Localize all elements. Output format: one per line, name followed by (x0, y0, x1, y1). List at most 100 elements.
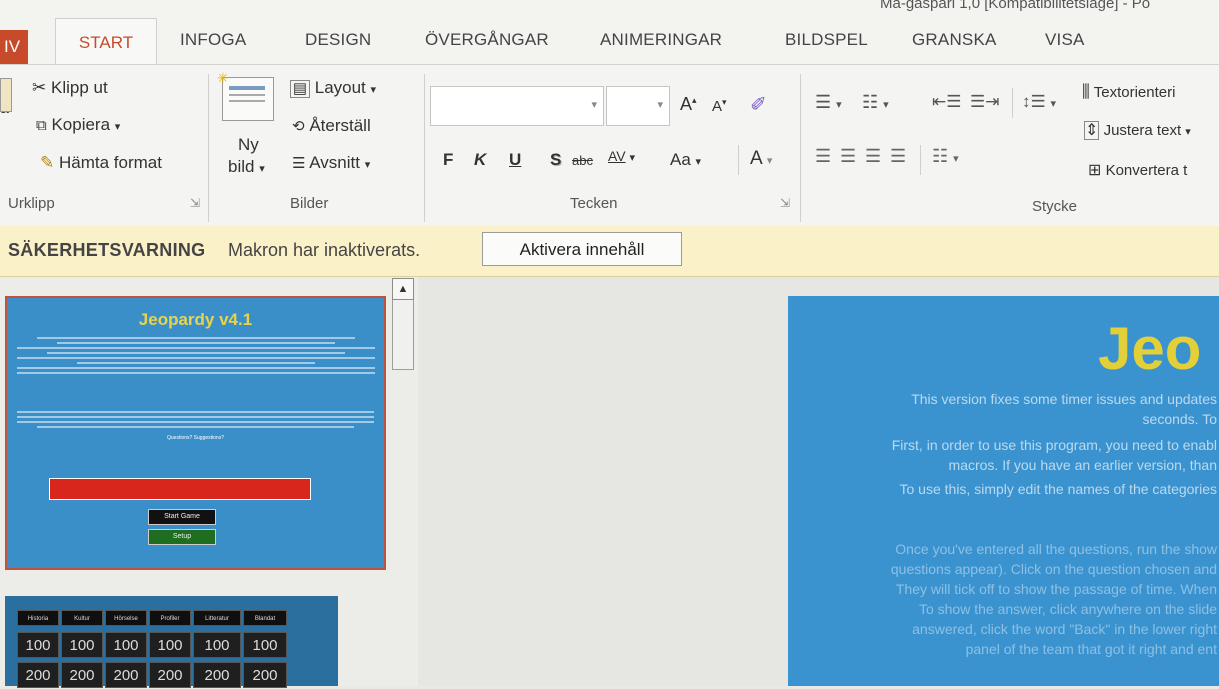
font-size-combobox[interactable]: ▾ (606, 86, 670, 126)
format-painter-label: Hämta format (58, 153, 162, 172)
window-title: Ma-gaspari 1,0 [Kompatibilitetslage] - P… (880, 0, 1151, 12)
main-slide-text-line: panel of the team that got it right and … (965, 641, 1217, 657)
text-direction-button[interactable]: ⫼ Textorienteri (1082, 82, 1175, 102)
format-painter-button[interactable]: ✎ Hämta format (40, 153, 162, 173)
tab-animeringar[interactable]: ANIMERINGAR (600, 30, 722, 50)
value-cell: 200 (243, 662, 287, 688)
tab-bildspel[interactable]: BILDSPEL (785, 30, 868, 50)
value-cell: 200 (17, 662, 59, 688)
paste-icon[interactable] (0, 78, 12, 112)
slide1-questions-line: Questions? Suggestions? (167, 435, 224, 441)
smartart-icon: ⊞ (1088, 162, 1102, 179)
numbering-button[interactable]: ☷ ▾ (862, 92, 889, 113)
align-text-button[interactable]: ⇕ Justera text ▾ (1084, 120, 1191, 140)
tab-granska[interactable]: GRANSKA (912, 30, 997, 50)
convert-smartart-button[interactable]: ⊞ Konvertera t (1088, 160, 1187, 180)
value-cell: 100 (193, 632, 241, 658)
copy-icon: ⧉ (36, 117, 47, 134)
new-slide-button[interactable]: bild ▾ (228, 157, 265, 177)
character-spacing-button[interactable]: AV ▾ (608, 148, 635, 164)
align-center-icon[interactable]: ☰ (840, 146, 856, 167)
tab-start[interactable]: START (55, 18, 157, 66)
justify-icon[interactable]: ☰ (890, 146, 906, 167)
value-cell: 100 (105, 632, 147, 658)
align-right-icon[interactable]: ☰ (865, 146, 881, 167)
dialog-launcher-icon[interactable]: ⇲ (190, 196, 200, 210)
italic-button[interactable]: K (474, 150, 486, 170)
columns-button[interactable]: ☷ ▾ (932, 146, 959, 167)
group-divider (208, 74, 209, 222)
chevron-down-icon: ▾ (836, 99, 842, 111)
chevron-down-icon: ▾ (629, 152, 636, 164)
strikethrough-button[interactable]: abc (572, 153, 593, 168)
category-header: Kultur (61, 610, 103, 626)
copy-button[interactable]: ⧉ Kopiera ▾ (36, 115, 120, 135)
reset-label: Återställ (309, 116, 371, 135)
align-left-icon[interactable]: ☰ (815, 146, 831, 167)
tab-design[interactable]: DESIGN (305, 30, 371, 50)
new-slide-label-1[interactable]: Ny (238, 135, 259, 155)
section-button[interactable]: ☰ Avsnitt ▾ (292, 153, 370, 173)
reset-button[interactable]: ⟲ Återställ (292, 116, 371, 136)
clear-formatting-icon[interactable]: ✐ (750, 92, 767, 117)
slides-group-label: Bilder (290, 195, 329, 212)
value-cell: 100 (61, 632, 103, 658)
font-name-combobox[interactable]: ▾ (430, 86, 604, 126)
value-cell: 200 (61, 662, 103, 688)
bold-button[interactable]: F (443, 150, 453, 170)
category-header: Litteratur (193, 610, 241, 626)
group-divider (424, 74, 425, 222)
tab-infoga[interactable]: INFOGA (180, 30, 246, 50)
tab-file[interactable]: IV (0, 30, 28, 64)
chevron-down-icon: ▾ (591, 99, 597, 111)
grow-font-button[interactable]: A▴ (680, 94, 697, 115)
slide1-red-banner (49, 478, 311, 500)
new-slide-icon[interactable]: ✳ (217, 70, 274, 121)
main-slide-text-line: macros. If you have an earlier version, … (948, 457, 1217, 473)
tab-visa[interactable]: VISA (1045, 30, 1085, 50)
scroll-up-icon[interactable]: ▲ (392, 278, 414, 300)
cut-button[interactable]: ✂ Klipp ut (32, 78, 108, 98)
clipboard-group-label: Urklipp (8, 195, 55, 212)
bullets-button[interactable]: ☰ ▾ (815, 92, 842, 113)
category-header: Blandat (243, 610, 287, 626)
main-slide[interactable]: Jeo This version fixes some timer issues… (788, 296, 1219, 686)
change-case-button[interactable]: Aa ▾ (670, 150, 701, 170)
security-warning-message: Makron har inaktiverats. (228, 240, 421, 260)
value-cell: 200 (193, 662, 241, 688)
font-color-button[interactable]: A ▾ (750, 148, 772, 170)
category-header: Hörselse (105, 610, 147, 626)
line-spacing-button[interactable]: ↕☰ ▾ (1022, 92, 1056, 112)
chevron-down-icon: ▾ (364, 159, 371, 171)
paintbrush-icon: ✎ (40, 153, 55, 172)
main-slide-text-line: To use this, simply edit the names of th… (899, 481, 1218, 497)
chevron-down-icon: ▾ (114, 121, 121, 133)
divider (920, 145, 921, 175)
value-cell: 100 (149, 632, 191, 658)
underline-button[interactable]: U (509, 150, 521, 170)
slide-thumbnail-2[interactable]: Historia Kultur Hörselse Profiler Litteratur… (5, 596, 338, 688)
layout-button[interactable]: ▤ Layout ▾ (290, 78, 376, 98)
layout-label: Layout (314, 78, 366, 97)
main-slide-text-line: answered, click the word "Back" in the l… (912, 621, 1217, 637)
slide1-body-text (17, 334, 375, 392)
decrease-indent-icon[interactable]: ⇤☰ (932, 92, 961, 112)
main-slide-text-line: This version fixes some timer issues and… (911, 391, 1217, 407)
columns-icon: ☷ (932, 146, 949, 166)
enable-content-button[interactable]: Aktivera innehåll (482, 232, 682, 266)
slide1-title: Jeopardy v4.1 (138, 310, 253, 329)
line-spacing-icon: ↕☰ (1022, 92, 1046, 111)
value-cell: 100 (17, 632, 59, 658)
text-direction-icon: ⫼ (1082, 82, 1090, 101)
scrollbar[interactable] (392, 300, 414, 370)
value-cell: 200 (149, 662, 191, 688)
dialog-launcher-icon[interactable]: ⇲ (780, 196, 790, 210)
value-cell: 100 (243, 632, 287, 658)
tab-overgangar[interactable]: ÖVERGÅNGAR (425, 30, 549, 50)
shadow-button[interactable]: S (550, 150, 561, 170)
increase-indent-icon[interactable]: ☰⇥ (970, 92, 999, 112)
chevron-down-icon: ▾ (695, 156, 702, 168)
shrink-font-button[interactable]: A▾ (712, 97, 727, 115)
slide-thumbnail-1[interactable]: Jeopardy v4.1 Questions? Suggestions? St… (5, 296, 386, 570)
category-header: Historia (17, 610, 59, 626)
